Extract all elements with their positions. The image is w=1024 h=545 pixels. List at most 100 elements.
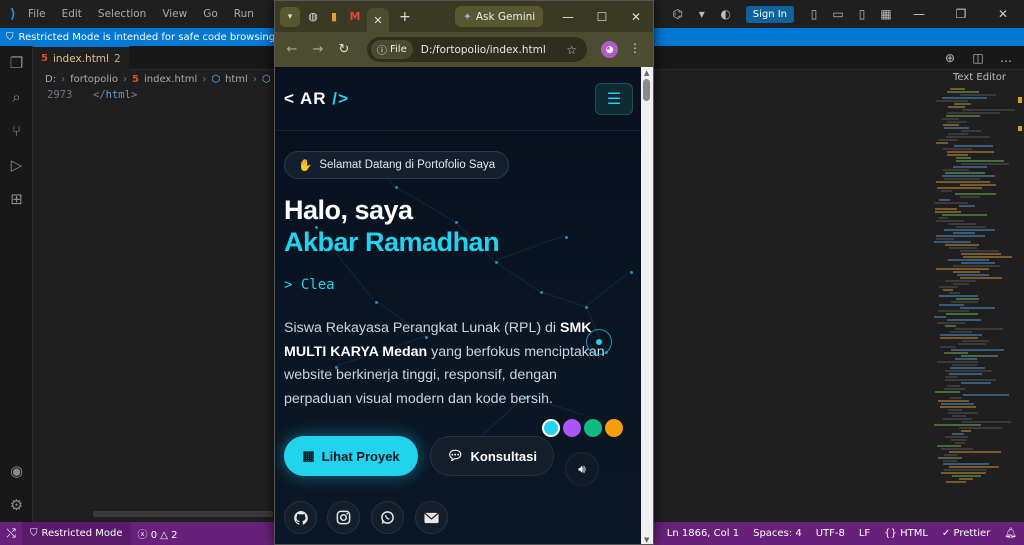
background-particle xyxy=(540,291,543,294)
minimap-code-line xyxy=(939,304,964,306)
chrome-maximize-button[interactable]: ☐ xyxy=(585,1,619,32)
scroll-up-arrow-icon[interactable]: ▲ xyxy=(644,69,649,77)
consultation-button[interactable]: 💬︎ Konsultasi xyxy=(430,436,554,476)
prettier-status[interactable]: ✓ Prettier xyxy=(935,528,997,539)
minimap-code-line xyxy=(937,445,961,447)
background-particle xyxy=(375,301,378,304)
layout-panel-icon[interactable]: ▭ xyxy=(827,3,849,25)
minimap-code-line xyxy=(940,346,956,348)
site-info-chip[interactable]: ⓘ File xyxy=(371,40,413,59)
color-swatch-purple[interactable] xyxy=(563,419,581,437)
minimap-code-line xyxy=(944,454,957,456)
end-of-line[interactable]: LF xyxy=(852,528,877,539)
problems-status[interactable]: ⓧ 0 △ 2 xyxy=(131,526,185,541)
cursor-position[interactable]: Ln 1866, Col 1 xyxy=(660,528,746,539)
color-swatch-cyan[interactable] xyxy=(542,419,560,437)
minimap-code-line xyxy=(940,337,978,339)
chrome-close-button[interactable]: ✕ xyxy=(619,1,653,32)
active-tab-close-icon[interactable]: ✕ xyxy=(367,8,389,32)
activity-bar: ❐ ⌕ ⑂ ▷ ⊞ ◉ ⚙ xyxy=(0,46,33,522)
encoding[interactable]: UTF-8 xyxy=(809,528,852,539)
tab-search-icon[interactable]: ▾ xyxy=(280,6,300,27)
notifications-bell-icon[interactable]: 🔔︎ xyxy=(997,528,1024,539)
close-button[interactable]: ✕ xyxy=(982,0,1024,28)
gemini-sparkle-icon: ✦ xyxy=(463,10,472,23)
language-mode[interactable]: {} HTML xyxy=(877,528,935,539)
minimap-code-line xyxy=(951,301,978,303)
chrome-minimize-button[interactable]: — xyxy=(551,1,585,32)
open-preview-icon[interactable]: ⊕ xyxy=(939,47,961,69)
minimap-code-line xyxy=(938,310,969,312)
whatsapp-icon[interactable] xyxy=(371,501,404,534)
new-tab-icon[interactable]: + xyxy=(399,9,411,25)
bar-chart-favicon-icon[interactable]: ▮ xyxy=(326,9,342,25)
bookmark-star-icon[interactable]: ☆ xyxy=(566,43,577,57)
page-scrollbar[interactable]: ▲ ▼ xyxy=(641,67,653,544)
search-icon[interactable]: ⌕ xyxy=(0,80,33,114)
settings-gear-icon[interactable]: ⚙ xyxy=(0,488,33,522)
background-link-line xyxy=(494,261,540,292)
breadcrumb-folder[interactable]: fortopolio xyxy=(70,74,118,85)
url-text[interactable]: D:/fortopolio/index.html xyxy=(421,44,546,56)
menu-file[interactable]: File xyxy=(28,8,46,20)
horizontal-scrollbar[interactable] xyxy=(93,511,273,517)
minimap-code-line xyxy=(945,376,958,378)
breadcrumb-file[interactable]: index.html xyxy=(144,74,197,85)
omnibox[interactable]: ⓘ File D:/fortopolio/index.html ☆ xyxy=(367,37,587,62)
forward-arrow-icon[interactable]: → xyxy=(305,42,331,57)
view-projects-button[interactable]: ▦ Lihat Proyek xyxy=(284,436,418,476)
breadcrumb-html[interactable]: html xyxy=(225,74,248,85)
scrollbar-thumb[interactable] xyxy=(643,79,650,101)
more-actions-icon[interactable]: … xyxy=(995,47,1017,69)
menu-view[interactable]: View xyxy=(162,8,187,20)
restricted-mode-status[interactable]: ⛉ Restricted Mode xyxy=(22,522,131,545)
layout-sidebar-icon[interactable]: ▯ xyxy=(803,3,825,25)
chevron-down-icon[interactable]: ▾ xyxy=(691,3,713,25)
minimap-code-line xyxy=(937,361,978,363)
restore-button[interactable]: ❐ xyxy=(940,0,982,28)
sign-in-button[interactable]: Sign In xyxy=(745,5,794,23)
mail-icon[interactable] xyxy=(415,501,448,534)
layout-secondary-icon[interactable]: ▯ xyxy=(851,3,873,25)
portfolio-logo[interactable]: < AR /> xyxy=(284,89,349,109)
sound-toggle-icon[interactable]: 🔊︎ xyxy=(565,452,599,486)
gmail-icon[interactable]: M xyxy=(347,9,363,25)
code-line[interactable]: </html> xyxy=(93,89,137,101)
extensions-icon[interactable]: ⊞ xyxy=(0,182,33,216)
code-bracket: > xyxy=(130,89,138,101)
account-circle-icon[interactable]: ◐ xyxy=(715,3,737,25)
color-swatch-amber[interactable] xyxy=(605,419,623,437)
menu-run[interactable]: Run xyxy=(234,8,254,20)
minimize-button[interactable]: — xyxy=(898,0,940,28)
breadcrumb-drive[interactable]: D: xyxy=(45,74,56,85)
reload-icon[interactable]: ↻ xyxy=(331,42,357,57)
globe-icon[interactable]: ◍ xyxy=(305,9,321,25)
instagram-icon[interactable] xyxy=(327,501,360,534)
run-debug-icon[interactable]: ▷ xyxy=(0,148,33,182)
minimap-code-line xyxy=(946,481,966,483)
remote-icon[interactable]: ⤭ xyxy=(0,522,22,545)
customize-layout-icon[interactable]: ▦ xyxy=(875,3,897,25)
menu-go[interactable]: Go xyxy=(203,8,218,20)
hamburger-menu-icon[interactable]: ☰ xyxy=(595,83,633,115)
source-control-icon[interactable]: ⑂ xyxy=(0,114,33,148)
kebab-menu-icon[interactable]: ⋮ xyxy=(629,41,641,55)
profile-avatar-icon[interactable]: ◕ xyxy=(601,41,618,58)
menu-edit[interactable]: Edit xyxy=(62,8,82,20)
split-editor-icon[interactable]: ◫ xyxy=(967,47,989,69)
custom-cursor-dot xyxy=(596,339,602,345)
ask-gemini-button[interactable]: ✦ Ask Gemini xyxy=(455,6,544,27)
menu-selection[interactable]: Selection xyxy=(98,8,146,20)
tab-index-html[interactable]: 5 index.html 2 xyxy=(33,46,129,70)
explorer-icon[interactable]: ❐ xyxy=(0,46,33,80)
scroll-down-arrow-icon[interactable]: ▼ xyxy=(644,536,649,544)
account-icon[interactable]: ◉ xyxy=(0,454,33,488)
minimap[interactable] xyxy=(930,88,1015,498)
color-swatch-green[interactable] xyxy=(584,419,602,437)
github-icon[interactable] xyxy=(284,501,317,534)
code-bracket: </ xyxy=(93,89,106,101)
minimap-code-line xyxy=(949,466,999,468)
copilot-icon[interactable]: ⌬ xyxy=(667,3,689,25)
indentation[interactable]: Spaces: 4 xyxy=(746,528,809,539)
back-arrow-icon[interactable]: ← xyxy=(279,42,305,57)
